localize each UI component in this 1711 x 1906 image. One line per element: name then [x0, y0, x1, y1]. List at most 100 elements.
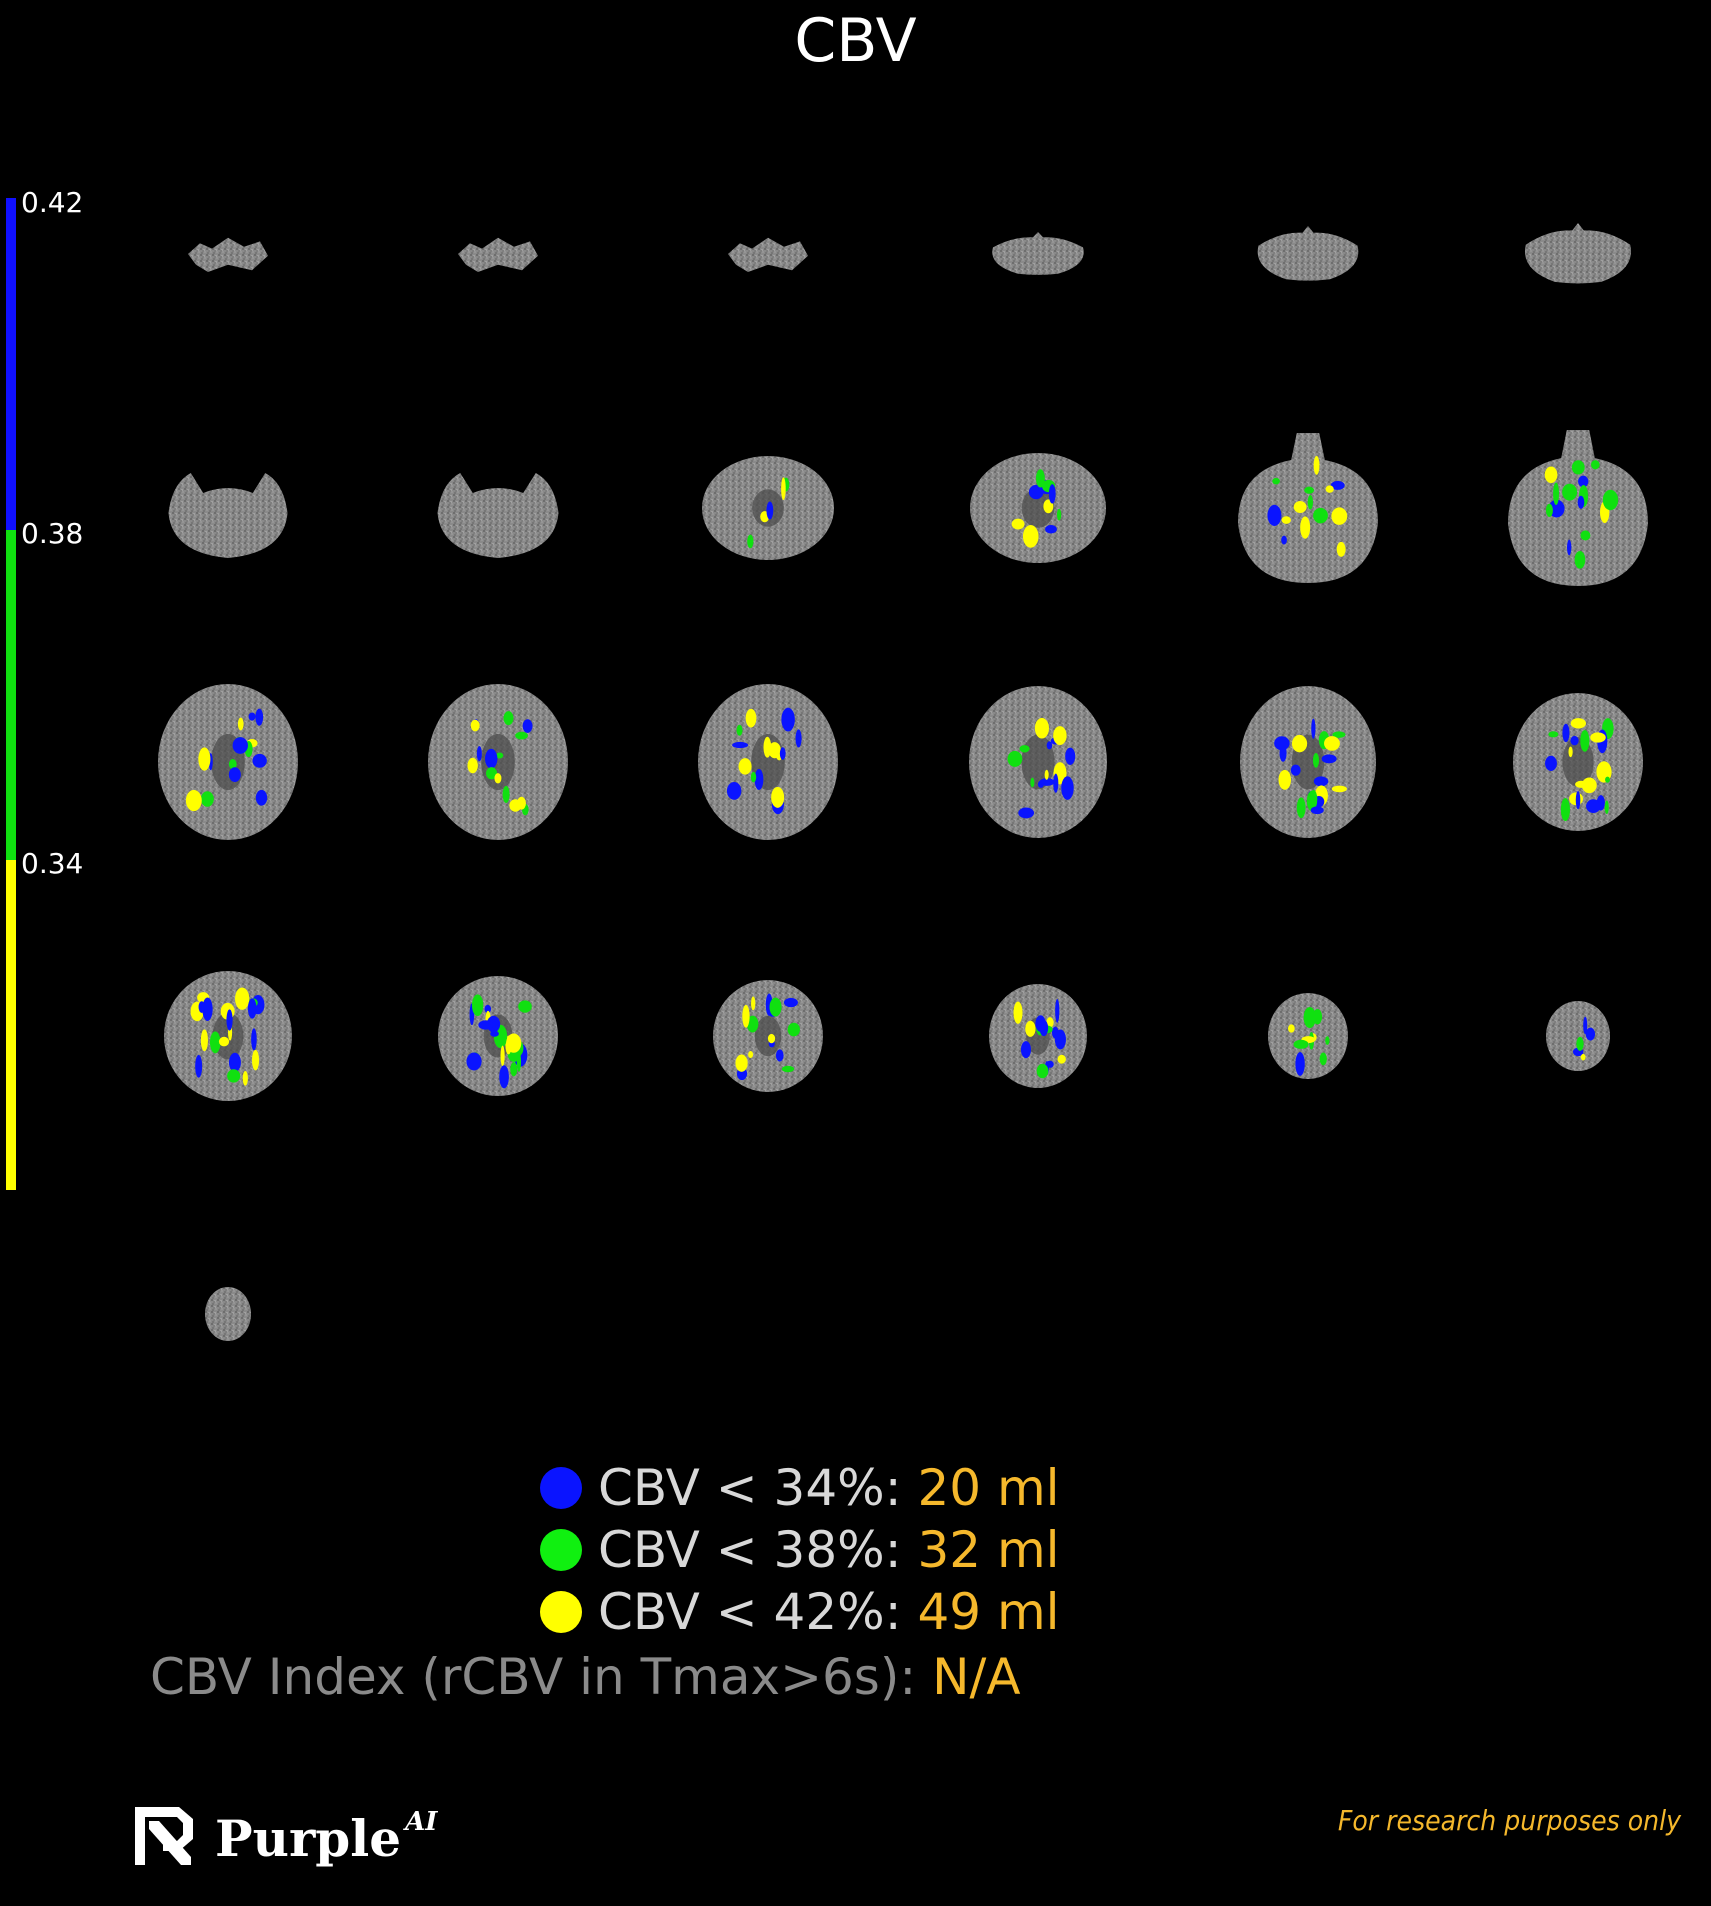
perfusion-overlay: [735, 1054, 748, 1072]
legend-value: 49 ml: [917, 1583, 1060, 1641]
perfusion-overlay: [522, 719, 533, 733]
brain-slice-shape: [1268, 993, 1348, 1079]
perfusion-overlay: [1560, 797, 1570, 822]
perfusion-overlay: [226, 1009, 233, 1031]
logo-text: Purple: [215, 1808, 402, 1868]
perfusion-overlay: [1583, 1016, 1588, 1035]
perfusion-overlay: [1577, 495, 1585, 509]
perfusion-overlay: [1300, 516, 1311, 539]
perfusion-overlay: [1562, 483, 1578, 501]
perfusion-overlay: [209, 1031, 221, 1054]
perfusion-overlay: [1048, 484, 1056, 504]
ct-slice-image: [1508, 430, 1648, 586]
perfusion-overlay: [1061, 776, 1074, 800]
brain-slice-shape: [728, 237, 808, 272]
ct-slice-image: [1268, 993, 1348, 1079]
perfusion-overlay: [1324, 736, 1340, 751]
brain-slice-shape: [168, 473, 288, 558]
ct-slice: [166, 458, 290, 558]
perfusion-overlay: [242, 1070, 248, 1086]
perfusion-overlay: [185, 789, 202, 812]
brain-slice-shape: [1524, 223, 1632, 284]
legend-item: CBV < 42%: 49 ml: [540, 1587, 1060, 1637]
perfusion-overlay: [1274, 736, 1290, 751]
ct-slice-image: [1546, 1001, 1610, 1071]
legend-item: CBV < 38%: 32 ml: [540, 1525, 1060, 1575]
colorbar-segment-top: [6, 198, 16, 530]
ct-slice: [989, 984, 1087, 1088]
ct-slice: [1520, 223, 1636, 285]
ct-slice-image: [989, 984, 1087, 1088]
perfusion-overlay: [1019, 745, 1030, 753]
perfusion-overlay: [1025, 1020, 1036, 1037]
perfusion-overlay: [781, 477, 786, 501]
perfusion-overlay: [1545, 503, 1553, 517]
perfusion-overlay: [738, 758, 752, 775]
legend-label: CBV < 42%:: [598, 1583, 902, 1641]
purple-logo-icon: [133, 1805, 199, 1871]
ct-slice: [205, 1287, 251, 1341]
perfusion-overlay: [1035, 469, 1045, 488]
perfusion-overlay: [494, 773, 502, 784]
ct-slice: [438, 976, 558, 1096]
perfusion-overlay: [1313, 456, 1320, 475]
ct-slice: [188, 236, 268, 272]
legend-value: 32 ml: [917, 1521, 1060, 1579]
ct-slice-image: [969, 686, 1107, 838]
perfusion-overlay: [506, 1033, 522, 1053]
ct-slice: [435, 458, 561, 558]
perfusion-overlay: [1034, 717, 1050, 739]
perfusion-overlay: [767, 1033, 776, 1044]
perfusion-overlay: [471, 994, 484, 1017]
brain-slice-shape: [458, 237, 538, 272]
perfusion-overlay: [1570, 735, 1579, 746]
perfusion-overlay: [750, 771, 757, 783]
perfusion-overlay: [1055, 998, 1060, 1023]
ct-slice: [1240, 686, 1376, 838]
perfusion-overlay: [1018, 807, 1035, 819]
colorbar-tick-label: 0.34: [21, 847, 84, 880]
cbv-index-value: N/A: [932, 1648, 1021, 1706]
perfusion-overlay: [251, 1049, 260, 1071]
colorbar-segment-bottom: [6, 860, 16, 1190]
perfusion-overlay: [218, 1036, 230, 1047]
perfusion-overlay: [768, 742, 781, 759]
ct-slice: [458, 236, 538, 272]
perfusion-overlay: [1574, 550, 1586, 569]
perfusion-overlay: [1605, 776, 1610, 783]
perfusion-overlay: [1278, 769, 1292, 790]
perfusion-overlay: [775, 1049, 784, 1062]
perfusion-overlay: [485, 748, 498, 769]
perfusion-overlay: [251, 1028, 257, 1051]
perfusion-overlay: [1281, 535, 1287, 545]
perfusion-overlay: [1581, 777, 1597, 794]
ct-slice-image: [1257, 226, 1359, 281]
perfusion-overlay: [1553, 482, 1559, 506]
perfusion-overlay: [1313, 776, 1329, 787]
perfusion-overlay: [235, 987, 250, 1010]
perfusion-overlay: [1293, 500, 1307, 514]
perfusion-overlay: [751, 996, 756, 1011]
perfusion-overlay: [198, 1001, 205, 1013]
perfusion-overlay: [466, 1052, 482, 1071]
perfusion-overlay: [748, 1050, 754, 1059]
perfusion-overlay: [247, 998, 257, 1019]
ct-slice: [698, 684, 838, 840]
ct-slice-image: [702, 456, 834, 560]
perfusion-overlay: [1044, 769, 1049, 780]
perfusion-overlay: [1325, 485, 1334, 493]
ct-slice: [988, 232, 1088, 276]
ct-slice-image: [188, 237, 268, 272]
ct-slice-image: [970, 453, 1106, 563]
ct-slice-image: [698, 684, 838, 840]
perfusion-overlay: [1602, 489, 1619, 511]
brain-slice-shape: [437, 473, 559, 558]
yellow-dot-icon: [540, 1590, 582, 1633]
perfusion-overlay: [1056, 508, 1062, 521]
logo-suffix: AI: [405, 1807, 438, 1837]
ct-slice-image: [428, 684, 568, 840]
perfusion-overlay: [499, 1065, 509, 1089]
perfusion-overlay: [1303, 1006, 1316, 1029]
perfusion-overlay: [1580, 729, 1590, 752]
perfusion-overlay: [1272, 477, 1280, 485]
